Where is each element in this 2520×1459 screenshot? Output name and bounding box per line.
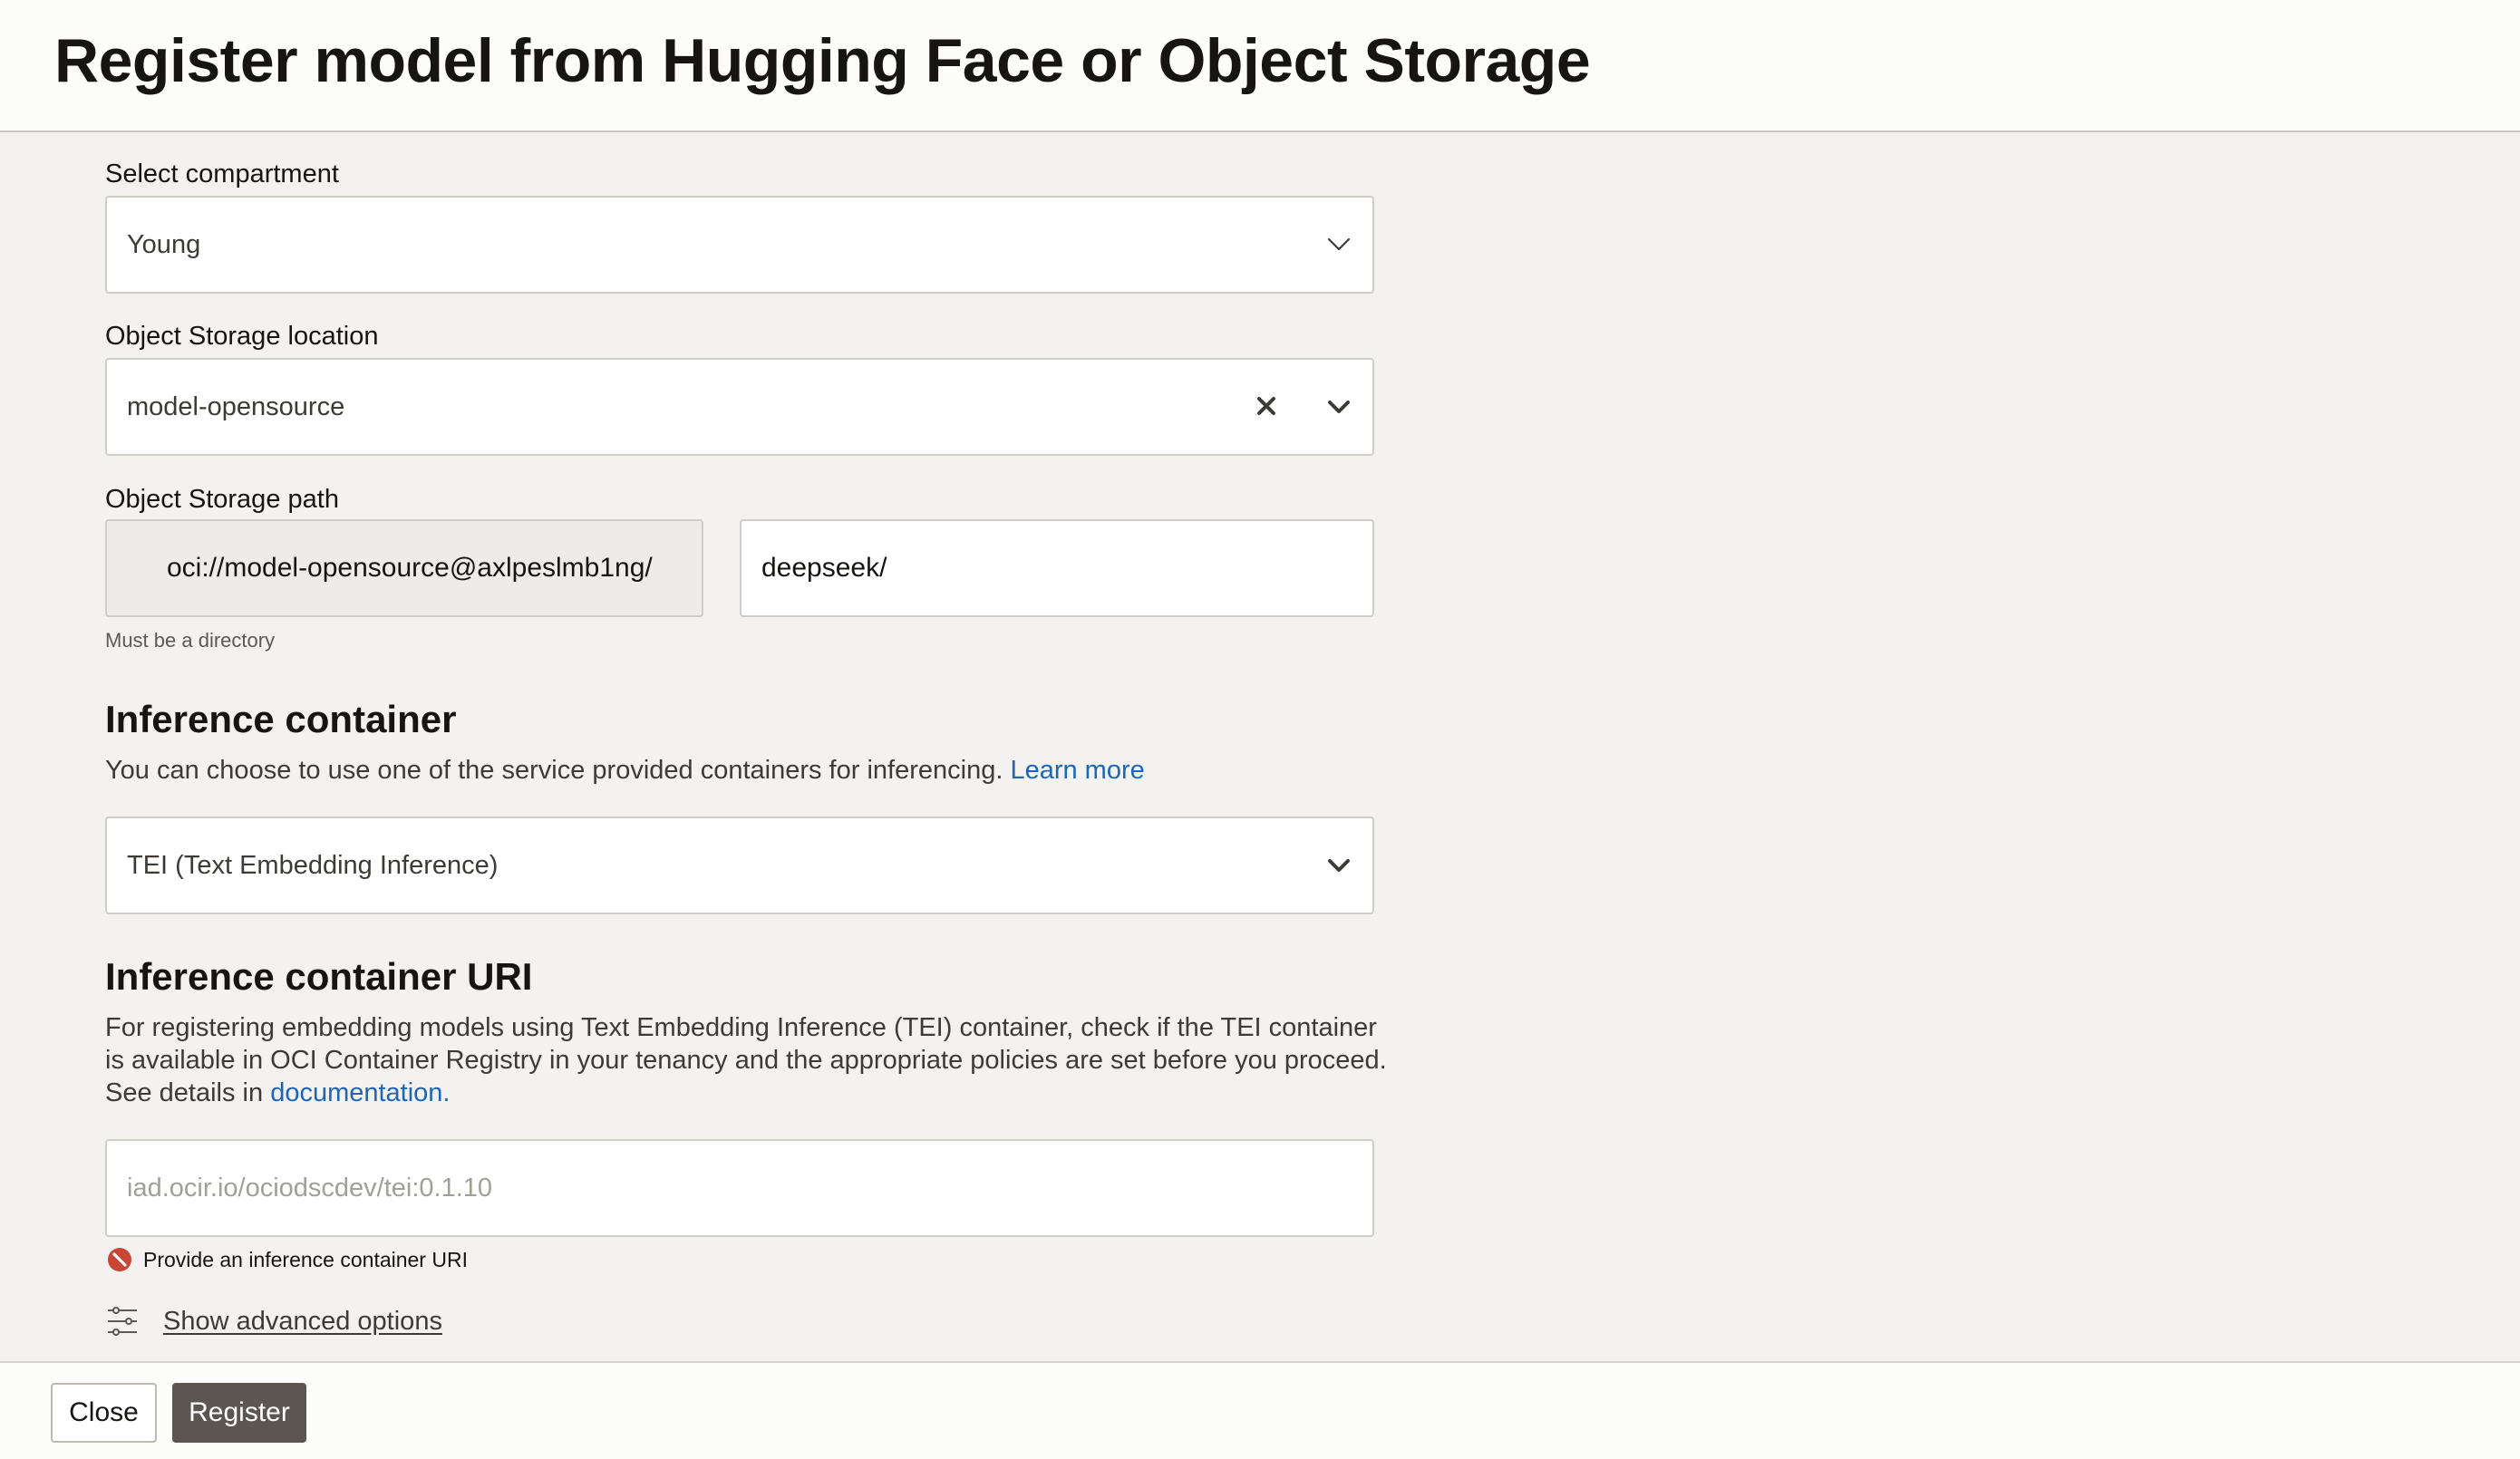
container-uri-title: Inference container URI xyxy=(105,955,533,998)
compartment-select[interactable]: Young xyxy=(105,196,1374,294)
storage-location-select[interactable]: model-opensource xyxy=(105,358,1374,456)
register-button[interactable]: Register xyxy=(172,1383,306,1443)
container-uri-error: Provide an inference container URI xyxy=(107,1247,468,1272)
documentation-link-period: . xyxy=(442,1078,451,1107)
chevron-down-icon[interactable] xyxy=(1325,851,1352,878)
error-message: Provide an inference container URI xyxy=(143,1247,468,1271)
container-uri-input[interactable]: iad.ocir.io/ociodscdev/tei:0.1.10 xyxy=(105,1139,1374,1237)
container-uri-placeholder: iad.ocir.io/ociodscdev/tei:0.1.10 xyxy=(127,1174,493,1203)
dialog-header: Register model from Hugging Face or Obje… xyxy=(0,0,2520,132)
inference-container-description: You can choose to use one of the service… xyxy=(105,754,1392,787)
sliders-icon xyxy=(105,1304,140,1338)
storage-path-label: Object Storage path xyxy=(105,485,339,514)
storage-location-label: Object Storage location xyxy=(105,322,379,351)
documentation-link[interactable]: documentation xyxy=(270,1078,442,1107)
inference-container-select[interactable]: TEI (Text Embedding Inference) xyxy=(105,816,1374,914)
close-icon[interactable] xyxy=(1253,392,1280,420)
inference-container-value: TEI (Text Embedding Inference) xyxy=(127,851,499,880)
compartment-label: Select compartment xyxy=(105,159,339,188)
storage-path-value: deepseek/ xyxy=(761,553,887,583)
advanced-options-toggle[interactable]: Show advanced options xyxy=(105,1303,442,1339)
storage-path-input[interactable]: deepseek/ xyxy=(740,519,1374,617)
inference-container-description-text: You can choose to use one of the service… xyxy=(105,756,1003,785)
show-advanced-options-link[interactable]: Show advanced options xyxy=(163,1307,442,1337)
learn-more-link[interactable]: Learn more xyxy=(1010,756,1144,785)
dialog-title: Register model from Hugging Face or Obje… xyxy=(54,26,1591,95)
chevron-down-icon[interactable] xyxy=(1325,230,1352,257)
inference-container-title: Inference container xyxy=(105,698,457,740)
storage-location-value: model-opensource xyxy=(127,392,345,421)
error-icon xyxy=(107,1247,132,1272)
close-button[interactable]: Close xyxy=(51,1383,157,1443)
storage-path-prefix: oci://model-opensource@axlpeslmb1ng/ xyxy=(105,519,703,617)
compartment-value: Young xyxy=(127,230,201,259)
container-uri-description: For registering embedding models using T… xyxy=(105,1011,1392,1109)
chevron-down-icon[interactable] xyxy=(1325,392,1352,420)
storage-path-prefix-text: oci://model-opensource@axlpeslmb1ng/ xyxy=(167,553,653,583)
dialog-footer: Close Register xyxy=(0,1361,2520,1459)
storage-path-hint: Must be a directory xyxy=(105,629,276,652)
